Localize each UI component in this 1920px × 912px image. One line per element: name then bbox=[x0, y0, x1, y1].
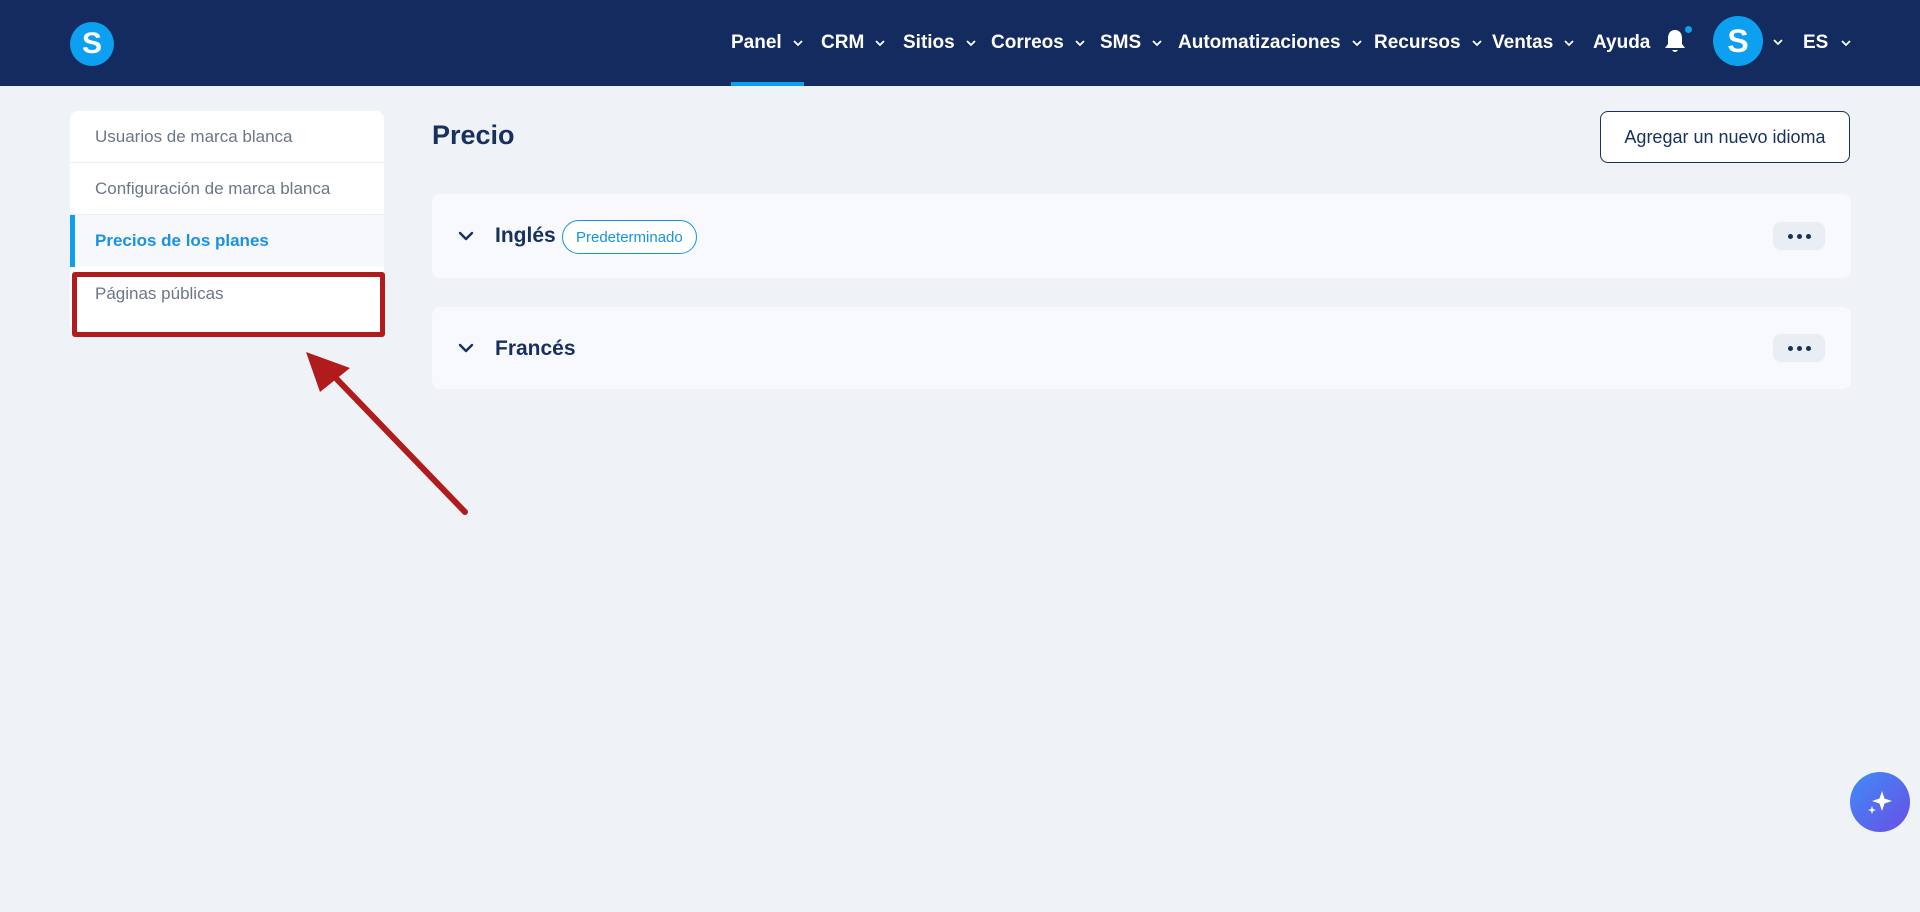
sidebar-item-configuracion-marca-blanca[interactable]: Configuración de marca blanca bbox=[70, 163, 384, 215]
nav-item-label: CRM bbox=[821, 32, 865, 53]
default-badge: Predeterminado bbox=[562, 220, 697, 254]
sidebar-item-usuarios-marca-blanca[interactable]: Usuarios de marca blanca bbox=[70, 111, 384, 163]
more-horizontal-icon bbox=[1787, 345, 1811, 351]
nav-item-label: SMS bbox=[1100, 32, 1142, 53]
nav-item-automatizaciones[interactable]: Automatizaciones bbox=[1178, 0, 1363, 86]
nav-item-label: Sitios bbox=[903, 32, 955, 53]
top-navbar: S Panel CRM Sitios Correos SMS Automatiz… bbox=[0, 0, 1920, 86]
nav-item-crm[interactable]: CRM bbox=[821, 0, 886, 86]
nav-item-correos[interactable]: Correos bbox=[991, 0, 1086, 86]
chevron-down-icon bbox=[1841, 40, 1851, 47]
nav-item-label: Panel bbox=[731, 32, 782, 53]
sidebar-item-label: Configuración de marca blanca bbox=[95, 178, 331, 198]
app-logo[interactable]: S bbox=[70, 22, 114, 66]
more-options-button[interactable] bbox=[1773, 334, 1825, 362]
page-title: Precio bbox=[432, 120, 515, 150]
language-card: Inglés Predeterminado bbox=[432, 194, 1851, 278]
nav-item-label: Recursos bbox=[1374, 32, 1461, 53]
chevron-down-icon bbox=[1152, 40, 1162, 47]
sidebar-item-precios-planes[interactable]: Precios de los planes bbox=[70, 215, 384, 267]
nav-item-sitios[interactable]: Sitios bbox=[903, 0, 977, 86]
more-options-button[interactable] bbox=[1773, 222, 1825, 250]
nav-item-ayuda[interactable]: Ayuda bbox=[1593, 0, 1650, 86]
annotation-highlight-box bbox=[72, 272, 385, 337]
add-language-button[interactable]: Agregar un nuevo idioma bbox=[1600, 111, 1850, 163]
chevron-down-icon bbox=[793, 40, 803, 47]
nav-item-sms[interactable]: SMS bbox=[1100, 0, 1163, 86]
chevron-down-icon bbox=[966, 40, 976, 47]
chevron-down-icon bbox=[1075, 40, 1085, 47]
chevron-down-icon[interactable] bbox=[458, 340, 474, 356]
language-name: Inglés bbox=[495, 224, 556, 247]
chevron-down-icon bbox=[1351, 40, 1362, 47]
language-selector[interactable]: ES bbox=[1803, 0, 1852, 86]
nav-item-label: Correos bbox=[991, 32, 1064, 53]
sidebar-item-label: Precios de los planes bbox=[95, 231, 269, 250]
sparkle-icon bbox=[1868, 791, 1892, 814]
nav-item-recursos[interactable]: Recursos bbox=[1374, 0, 1483, 86]
ai-assistant-button[interactable] bbox=[1850, 772, 1910, 832]
avatar[interactable]: S bbox=[1713, 16, 1763, 66]
chevron-down-icon[interactable] bbox=[1772, 36, 1784, 48]
language-name: Francés bbox=[495, 337, 576, 360]
more-horizontal-icon bbox=[1787, 233, 1811, 239]
nav-item-ventas[interactable]: Ventas bbox=[1492, 0, 1575, 86]
language-label: ES bbox=[1803, 32, 1829, 53]
nav-item-label: Ayuda bbox=[1593, 32, 1651, 53]
language-card: Francés bbox=[432, 307, 1851, 389]
notification-dot bbox=[1684, 25, 1693, 34]
sidebar-item-label: Usuarios de marca blanca bbox=[95, 126, 293, 146]
nav-item-label: Automatizaciones bbox=[1178, 32, 1341, 53]
chevron-down-icon bbox=[875, 40, 885, 47]
chevron-down-icon[interactable] bbox=[458, 228, 474, 244]
chevron-down-icon bbox=[1564, 40, 1574, 47]
nav-item-panel[interactable]: Panel bbox=[731, 0, 804, 86]
nav-item-label: Ventas bbox=[1492, 32, 1554, 53]
chevron-down-icon bbox=[1471, 40, 1482, 47]
